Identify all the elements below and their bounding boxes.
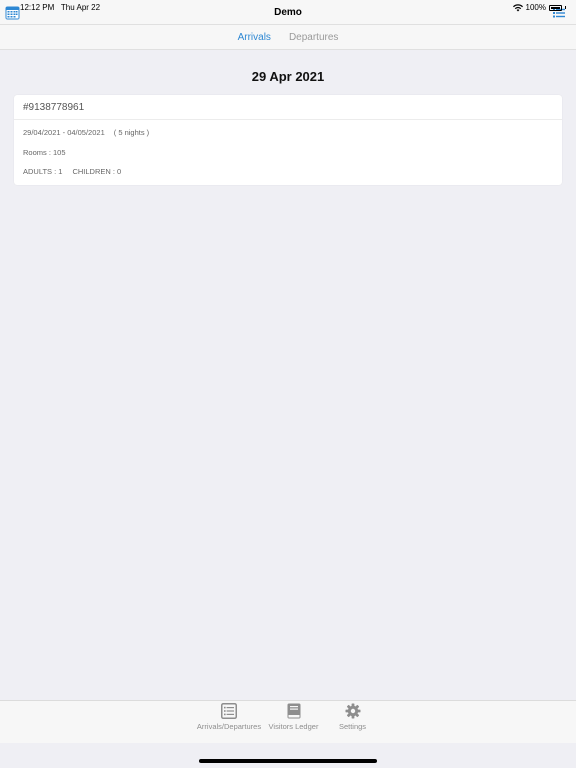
tab-label: Settings (338, 722, 367, 731)
tab-label: Arrivals/Departures (196, 722, 262, 731)
status-date: Thu Apr 22 (60, 3, 101, 12)
tab-arrivals[interactable]: Arrivals (238, 32, 271, 43)
date-header: 29 Apr 2021 (251, 69, 325, 84)
battery-percent: 100% (525, 3, 546, 12)
booking-guests-row: ADULTS : 1 CHILDREN : 0 (23, 167, 121, 176)
tab-settings[interactable]: Settings (335, 701, 370, 741)
tab-label: Visitors Ledger (268, 722, 319, 731)
status-time-value: 12:12 PM (20, 3, 55, 12)
booking-id: #9138778961 (23, 102, 85, 113)
arrivals-departures-segment: Arrivals Departures (0, 25, 576, 50)
booking-nights: ( 5 nights ) (113, 128, 150, 137)
booking-rooms: Rooms : 105 (23, 148, 66, 157)
booking-card[interactable]: #9138778961 29/04/2021 - 04/05/2021 ( 5 n… (14, 95, 562, 185)
battery-icon (549, 4, 562, 11)
card-divider (14, 119, 562, 120)
tab-visitors-ledger[interactable]: Visitors Ledger (265, 701, 322, 741)
status-time: 12:12 PM Thu Apr 22 (20, 3, 100, 12)
booking-dates: 29/04/2021 - 04/05/2021 (23, 128, 105, 137)
status-indicators: 100% (512, 3, 566, 12)
list-icon (221, 703, 237, 719)
tab-departures[interactable]: Departures (289, 32, 338, 43)
gear-icon (345, 703, 360, 719)
tab-bar: Arrivals/Departures Visitors Ledger Sett… (0, 700, 576, 743)
status-bar: 12:12 PM Thu Apr 22 100% (0, 0, 576, 14)
booking-adults: ADULTS : 1 (23, 167, 63, 176)
book-icon (287, 703, 300, 719)
tab-arrivals-departures[interactable]: Arrivals/Departures (193, 701, 265, 741)
booking-children: CHILDREN : 0 (72, 167, 122, 176)
home-indicator (199, 759, 377, 763)
wifi-icon (512, 3, 523, 11)
battery-tip (565, 6, 566, 9)
booking-dates-row: 29/04/2021 - 04/05/2021 ( 5 nights ) (23, 128, 149, 137)
